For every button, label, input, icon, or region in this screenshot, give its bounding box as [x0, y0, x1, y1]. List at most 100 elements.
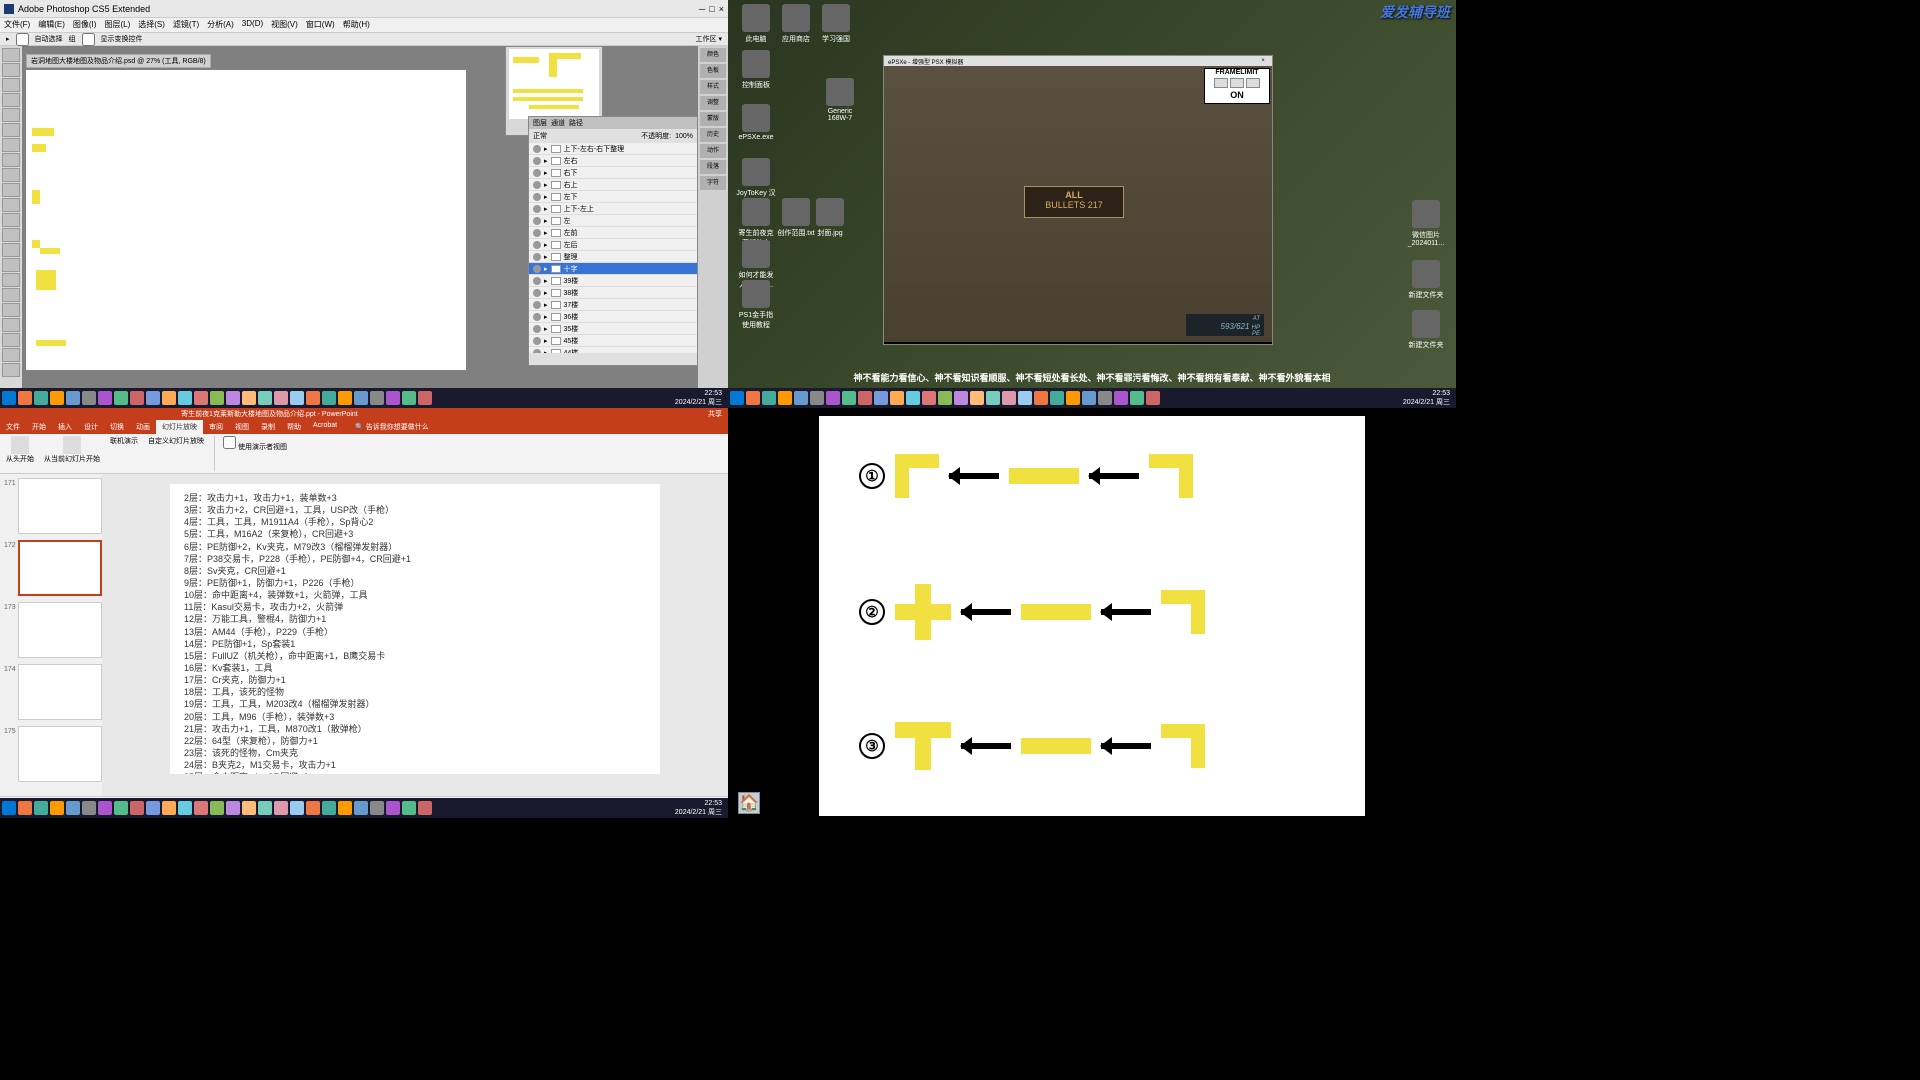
taskbar-app-icon[interactable] — [794, 391, 808, 405]
taskbar-app-icon[interactable] — [402, 391, 416, 405]
menu-item[interactable]: 选择(S) — [138, 19, 165, 31]
tool-button[interactable] — [2, 273, 20, 287]
taskbar-app-icon[interactable] — [354, 391, 368, 405]
taskbar-app-icon[interactable] — [370, 391, 384, 405]
taskbar-app-icon[interactable] — [954, 391, 968, 405]
taskbar-app-icon[interactable] — [1066, 391, 1080, 405]
taskbar[interactable]: 22:532024/2/21 周三 — [0, 388, 728, 408]
taskbar-app-icon[interactable] — [66, 801, 80, 815]
layer-row[interactable]: ▸44楼 — [529, 347, 697, 353]
slide-thumbnail[interactable] — [18, 664, 102, 720]
layer-row[interactable]: ▸左下 — [529, 191, 697, 203]
ribbon-tab[interactable]: 切换 — [104, 420, 130, 434]
taskbar-app-icon[interactable] — [50, 801, 64, 815]
desktop-icon[interactable]: ePSXe.exe — [736, 104, 776, 141]
ribbon-tab[interactable]: 开始 — [26, 420, 52, 434]
tool-button[interactable] — [2, 153, 20, 167]
taskbar-app-icon[interactable] — [338, 801, 352, 815]
ribbon-tab[interactable]: 文件 — [0, 420, 26, 434]
taskbar-app-icon[interactable] — [1146, 391, 1160, 405]
panel-icon[interactable]: 色板 — [700, 64, 726, 78]
taskbar-app-icon[interactable] — [826, 391, 840, 405]
tool-button[interactable] — [2, 198, 20, 212]
visibility-icon[interactable] — [533, 169, 541, 177]
taskbar-app-icon[interactable] — [1114, 391, 1128, 405]
slide-thumbnail[interactable] — [18, 726, 102, 782]
taskbar-app-icon[interactable] — [746, 391, 760, 405]
game-viewport[interactable]: FRAMELIMIT ON ALL BULLETS 217 AT 593/621… — [884, 66, 1272, 342]
layer-row[interactable]: ▸上下-左右-右下整理 — [529, 143, 697, 155]
opacity-value[interactable]: 100% — [675, 133, 693, 140]
visibility-icon[interactable] — [533, 289, 541, 297]
ribbon-tab[interactable]: 插入 — [52, 420, 78, 434]
ribbon-tab[interactable]: 幻灯片放映 — [156, 420, 203, 434]
taskbar-app-icon[interactable] — [66, 391, 80, 405]
layers-tab[interactable]: 图层 — [533, 118, 547, 128]
taskbar-app-icon[interactable] — [842, 391, 856, 405]
taskbar-app-icon[interactable] — [210, 391, 224, 405]
desktop-icon[interactable]: 控制面板 — [736, 50, 776, 90]
close-button[interactable]: × — [719, 4, 724, 14]
search-box[interactable]: 🔍 告诉我你想要做什么 — [349, 420, 435, 434]
taskbar-app-icon[interactable] — [146, 801, 160, 815]
group-dropdown[interactable]: 组 — [69, 34, 76, 44]
taskbar-app-icon[interactable] — [386, 391, 400, 405]
tool-button[interactable] — [2, 108, 20, 122]
layer-row[interactable]: ▸整理 — [529, 251, 697, 263]
menu-item[interactable]: 图层(L) — [104, 19, 130, 31]
ribbon-tab[interactable]: 录制 — [255, 420, 281, 434]
taskbar-app-icon[interactable] — [34, 801, 48, 815]
layer-row[interactable]: ▸45楼 — [529, 335, 697, 347]
taskbar-app-icon[interactable] — [322, 391, 336, 405]
taskbar-app-icon[interactable] — [290, 801, 304, 815]
slide-editor[interactable]: 2层：攻击力+1，攻击力+1，装单数+33层：攻击力+2，CR回避+1，工具，U… — [102, 474, 728, 796]
taskbar-app-icon[interactable] — [890, 391, 904, 405]
taskbar-app-icon[interactable] — [938, 391, 952, 405]
taskbar-app-icon[interactable] — [1082, 391, 1096, 405]
taskbar-app-icon[interactable] — [82, 801, 96, 815]
workspace-switcher[interactable]: 工作区 ▾ — [696, 34, 722, 44]
taskbar-app-icon[interactable] — [226, 391, 240, 405]
taskbar-app-icon[interactable] — [906, 391, 920, 405]
taskbar-app-icon[interactable] — [194, 391, 208, 405]
visibility-icon[interactable] — [533, 337, 541, 345]
auto-select-checkbox[interactable] — [16, 33, 29, 46]
emulator-window[interactable]: ePSXe - 增强型 PSX 模拟器 × FRAMELIMIT ON ALL … — [883, 55, 1273, 345]
taskbar-app-icon[interactable] — [1034, 391, 1048, 405]
taskbar-app-icon[interactable] — [130, 391, 144, 405]
taskbar-app-icon[interactable] — [874, 391, 888, 405]
present-online-button[interactable]: 联机演示 — [110, 436, 138, 471]
taskbar-app-icon[interactable] — [986, 391, 1000, 405]
panel-icon[interactable]: 段落 — [700, 160, 726, 174]
taskbar-app-icon[interactable] — [274, 801, 288, 815]
visibility-icon[interactable] — [533, 181, 541, 189]
use-presenter-checkbox[interactable]: 使用演示者视图 — [223, 444, 287, 451]
visibility-icon[interactable] — [533, 193, 541, 201]
taskbar-app-icon[interactable] — [1002, 391, 1016, 405]
taskbar-app-icon[interactable] — [970, 391, 984, 405]
taskbar-app-icon[interactable] — [1018, 391, 1032, 405]
taskbar-app-icon[interactable] — [34, 391, 48, 405]
desktop-icon[interactable]: 新建文件夹 — [1406, 310, 1446, 350]
taskbar-app-icon[interactable] — [858, 391, 872, 405]
layer-row[interactable]: ▸左后 — [529, 239, 697, 251]
taskbar-app-icon[interactable] — [402, 801, 416, 815]
layer-row[interactable]: ▸左前 — [529, 227, 697, 239]
menu-item[interactable]: 3D(D) — [242, 19, 263, 31]
taskbar[interactable]: 22:532024/2/21 周三 — [728, 388, 1456, 408]
panel-icon[interactable]: 历史 — [700, 128, 726, 142]
visibility-icon[interactable] — [533, 253, 541, 261]
taskbar-app-icon[interactable] — [1098, 391, 1112, 405]
close-icon[interactable]: × — [1258, 58, 1268, 64]
taskbar-app-icon[interactable] — [418, 801, 432, 815]
taskbar-app-icon[interactable] — [178, 801, 192, 815]
from-start-button[interactable]: 从头开始 — [6, 436, 34, 471]
taskbar-app-icon[interactable] — [114, 801, 128, 815]
taskbar-app-icon[interactable] — [322, 801, 336, 815]
layer-row[interactable]: ▸36楼 — [529, 311, 697, 323]
slide-thumbnail[interactable] — [18, 602, 102, 658]
show-transform-checkbox[interactable] — [82, 33, 95, 46]
taskbar-app-icon[interactable] — [290, 391, 304, 405]
taskbar-app-icon[interactable] — [242, 801, 256, 815]
panel-icon[interactable]: 蒙版 — [700, 112, 726, 126]
